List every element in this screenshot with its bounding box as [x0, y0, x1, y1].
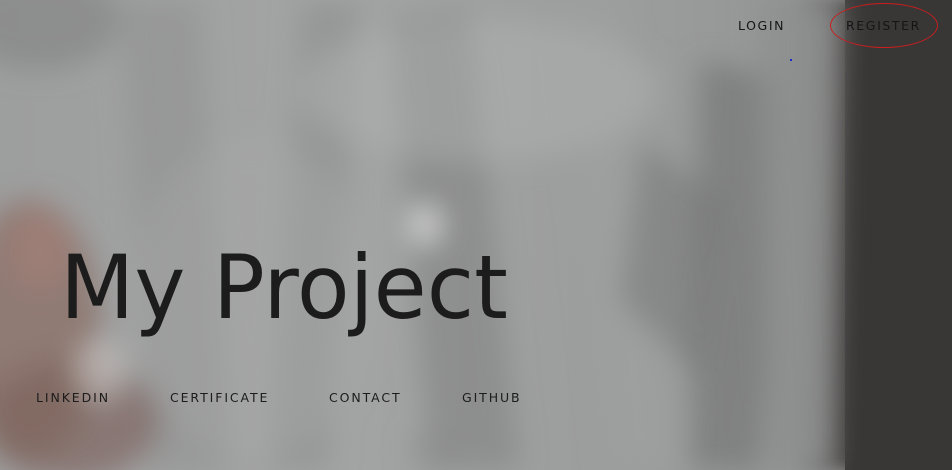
- register-link[interactable]: REGISTER: [846, 18, 921, 33]
- page-title-text: My Project: [60, 236, 508, 339]
- linkedin-link[interactable]: LINKEDIN: [36, 390, 110, 405]
- hero-section: LOGIN REGISTER My Project LINKEDIN CERTI…: [0, 0, 952, 470]
- page-title: My Project: [60, 244, 517, 332]
- cursor-dot: [790, 59, 792, 61]
- github-link[interactable]: GITHUB: [462, 390, 522, 405]
- contact-link[interactable]: CONTACT: [329, 390, 402, 405]
- certificate-link[interactable]: CERTIFICATE: [170, 390, 269, 405]
- login-link[interactable]: LOGIN: [738, 18, 785, 33]
